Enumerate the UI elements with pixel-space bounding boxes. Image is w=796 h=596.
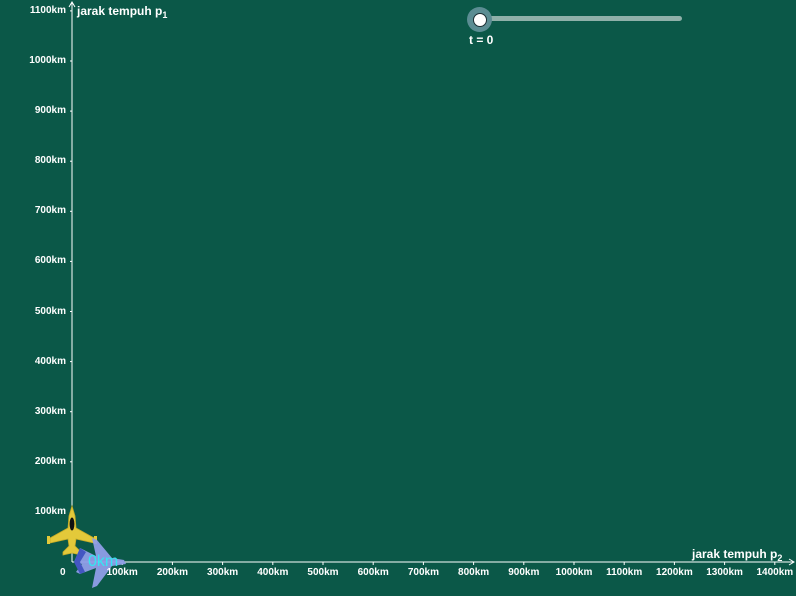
y-tick-label: 900km [34,105,66,117]
axes-svg [47,1,795,588]
x-tick-label: 200km [156,567,188,578]
time-slider-track[interactable] [481,16,682,21]
time-slider-label: t = 0 [469,33,494,47]
y-tick-label: 100km [34,505,66,517]
x-tick-label: 1400km [756,567,794,578]
time-slider-handle[interactable] [473,13,487,27]
y-axis-title-subscript: 1 [162,10,168,20]
x-axis-title-text: jarak tempuh p [692,547,778,561]
x-tick-label: 1100km [606,567,643,578]
y-axis-title-text: jarak tempuh p [77,4,163,18]
y-tick-label: 500km [34,305,66,317]
y-tick-label: 300km [34,405,66,417]
x-tick-label: 800km [458,567,490,578]
x-tick-label: 1300km [706,567,743,578]
y-axis-title: jarak tempuh p1 [77,4,167,20]
origin-label: 0 [60,567,66,578]
tick-marks [70,10,776,565]
y-tick-label: 400km [34,355,66,367]
y-tick-label: 1100km [29,4,66,16]
x-axis-title: jarak tempuh p2 [692,547,782,563]
x-axis-title-subscript: 2 [777,553,783,563]
x-tick-label: 1200km [656,567,693,578]
x-tick-label: 900km [508,567,540,578]
x-tick-label: 300km [207,567,239,578]
x-tick-label: 1000km [555,567,593,578]
x-tick-label: 500km [307,567,339,578]
x-tick-label: 400km [257,567,289,578]
y-tick-label: 1000km [29,55,66,66]
distance-label: 0km [88,553,119,570]
y-tick-label: 600km [34,255,66,267]
y-tick-label: 800km [34,155,66,167]
y-tick-label: 700km [34,205,66,217]
y-tick-label: 200km [34,455,66,467]
x-tick-label: 600km [357,567,389,578]
x-tick-label: 700km [407,567,439,578]
graph-canvas[interactable]: jarak tempuh p1 jarak tempuh p2 0 100km 2… [0,0,796,596]
